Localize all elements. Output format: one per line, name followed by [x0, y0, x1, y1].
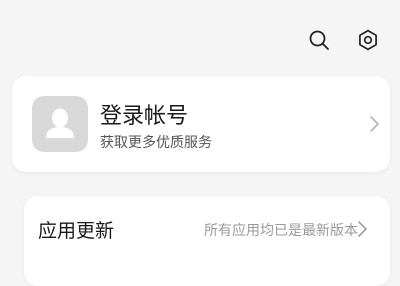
account-title: 登录帐号 — [100, 104, 189, 129]
settings-list-card: 应用更新 所有应用均已是最新版本 — [24, 196, 390, 286]
app-update-label: 应用更新 — [38, 220, 115, 242]
login-account-card[interactable]: 登录帐号 获取更多优质服务 — [12, 76, 390, 172]
settings-button[interactable] — [354, 26, 382, 54]
gear-icon — [359, 29, 377, 51]
chevron-right-icon — [358, 221, 367, 237]
search-icon — [309, 30, 329, 50]
search-button[interactable] — [305, 26, 333, 54]
avatar — [32, 96, 88, 152]
person-icon — [46, 108, 74, 138]
chevron-right-icon — [370, 116, 379, 132]
top-bar — [0, 0, 400, 70]
list-item-app-update[interactable]: 应用更新 所有应用均已是最新版本 — [24, 206, 390, 256]
app-update-status: 所有应用均已是最新版本 — [204, 223, 358, 239]
account-subtitle: 获取更多优质服务 — [100, 135, 212, 151]
